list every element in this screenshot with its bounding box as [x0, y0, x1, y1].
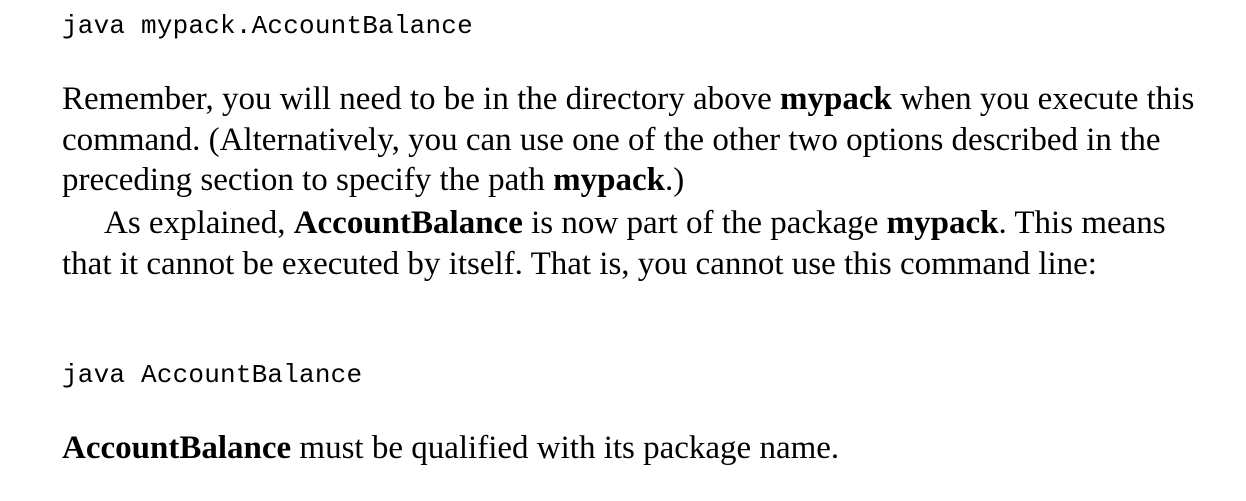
bold-term-mypack: mypack: [553, 162, 666, 198]
text-run: As explained,: [104, 205, 294, 241]
paragraph-package-explanation: As explained, AccountBalance is now part…: [62, 203, 1222, 284]
bold-term-mypack: mypack: [886, 205, 999, 241]
paragraph-directory-reminder: Remember, you will need to be in the dir…: [62, 79, 1222, 201]
bold-term-accountbalance: AccountBalance: [62, 430, 292, 466]
text-run: Remember, you will need to be in the dir…: [62, 81, 781, 117]
code-line-run-class: java AccountBalance: [62, 360, 363, 390]
text-run: .): [665, 162, 685, 198]
bold-term-accountbalance: AccountBalance: [293, 205, 523, 241]
paragraph-qualification-note: AccountBalance must be qualified with it…: [62, 428, 1222, 469]
text-run: is now part of the package: [522, 205, 887, 241]
text-run: must be qualified with its package name.: [291, 430, 840, 466]
code-line-run-package-class: java mypack.AccountBalance: [62, 11, 473, 41]
bold-term-mypack: mypack: [780, 81, 892, 117]
